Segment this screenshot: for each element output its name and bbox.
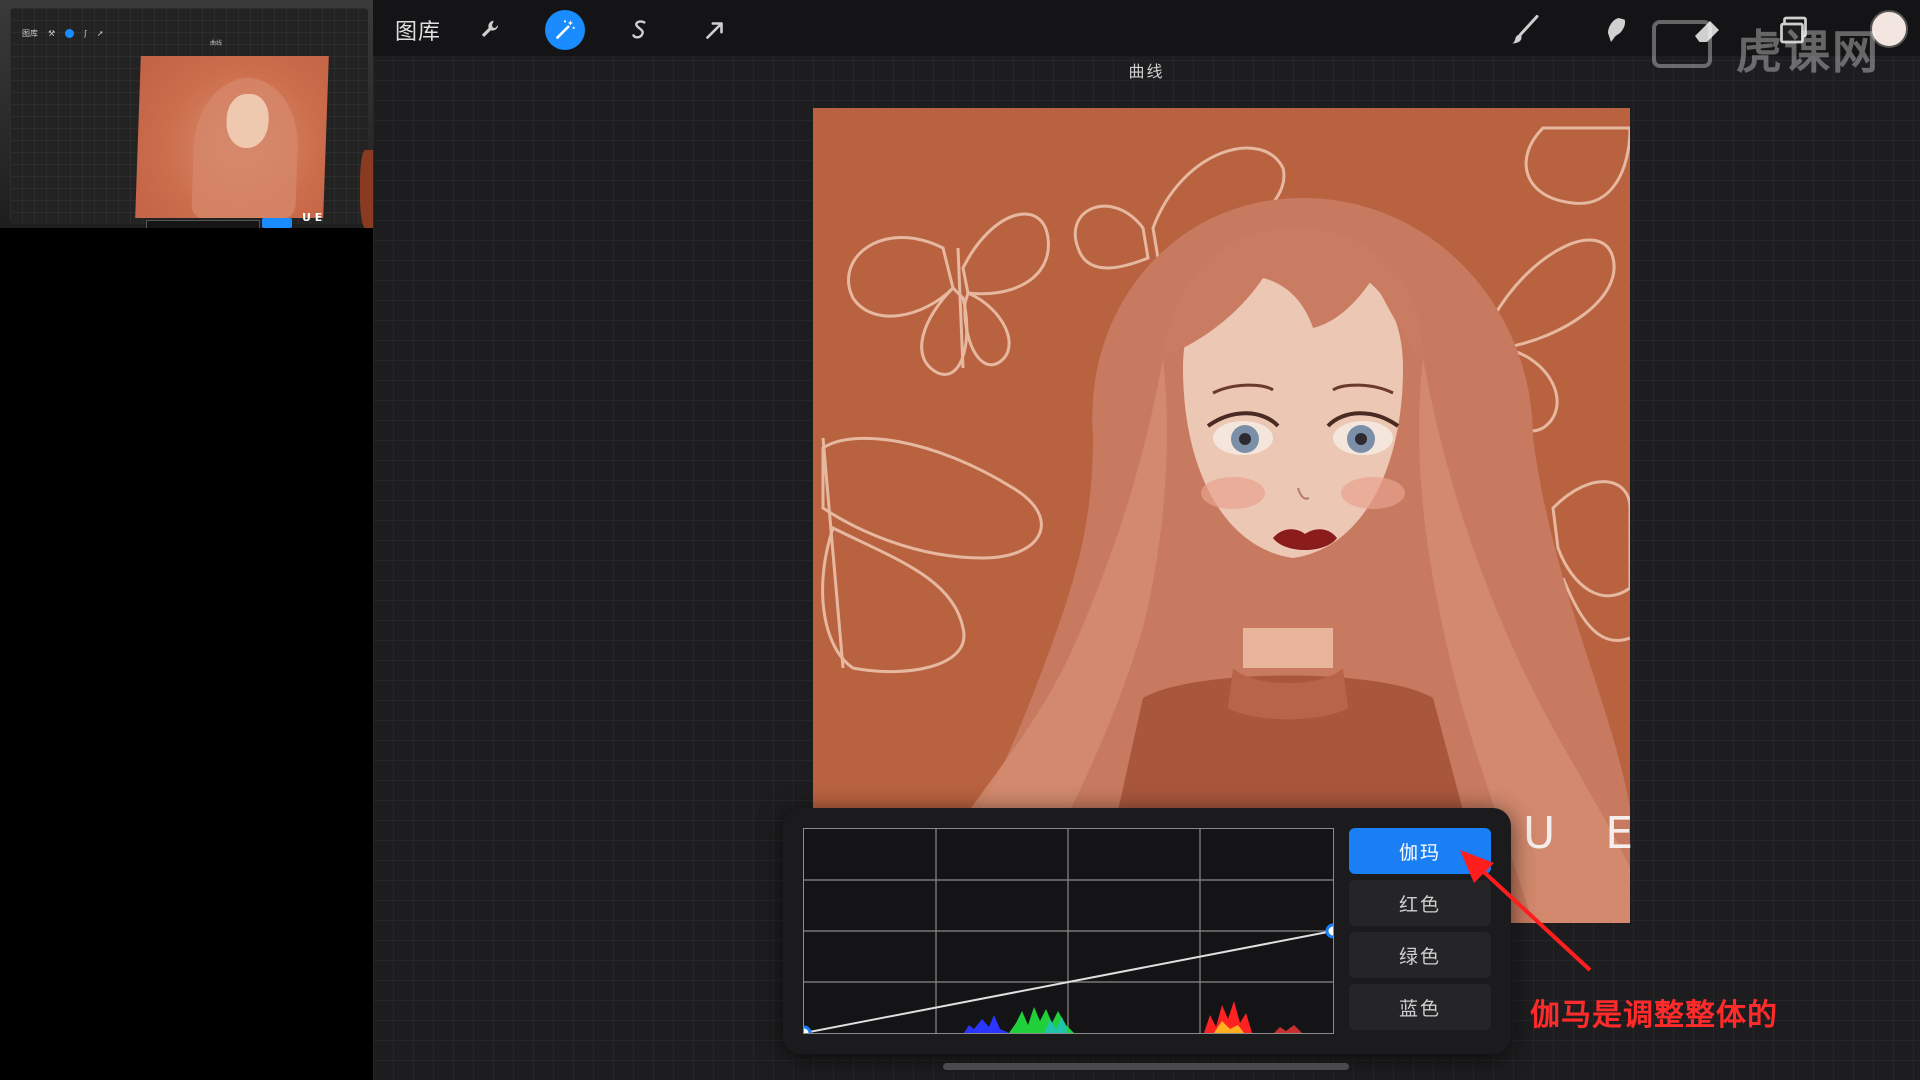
annotation-text: 伽马是调整整体的 [1530, 998, 1778, 1033]
curve-point-start [804, 1025, 812, 1033]
pip-gallery-label: 图库 [22, 29, 38, 38]
pip-ue-text: U E [302, 211, 323, 224]
curve-point-end [1325, 923, 1333, 939]
pip-curves-panel [146, 220, 260, 228]
curves-graph[interactable] [803, 828, 1334, 1034]
gallery-button[interactable]: 图库 [395, 14, 441, 46]
pip-select-icon: ʃ [84, 29, 87, 38]
top-toolbar: 图库 虎课网 [373, 0, 1920, 79]
artwork-canvas[interactable] [813, 108, 1630, 923]
artwork-illustration [813, 108, 1630, 923]
pip-mode-title: 曲线 [210, 40, 223, 47]
picture-in-picture-panel: 图库 ⚒ ʃ ➚ 曲线 U E [0, 0, 373, 228]
pip-wrench-icon: ⚒ [48, 29, 56, 38]
pip-gamma-button [262, 218, 292, 228]
neck [1243, 628, 1333, 668]
pip-artwork [135, 56, 329, 218]
pip-adjust-icon [65, 29, 75, 38]
curves-panel: 伽玛 红色 绿色 蓝色 [783, 808, 1511, 1054]
magic-wand-icon[interactable] [545, 10, 585, 50]
pip-toolbar: 图库 ⚒ ʃ ➚ [22, 28, 104, 39]
transform-arrow-icon[interactable] [695, 10, 735, 50]
smudge-icon[interactable] [1595, 8, 1639, 52]
curves-histogram [964, 1001, 1302, 1033]
procreate-app: 图库 虎课网 曲线 U E 伽玛 红色 绿色 蓝色 [373, 0, 1920, 1080]
pip-arrow-icon: ➚ [96, 29, 104, 38]
brush-icon[interactable] [1503, 8, 1547, 52]
curves-grid-lines [804, 829, 1333, 1033]
home-indicator [943, 1063, 1349, 1070]
curves-mode-title: 曲线 [1128, 62, 1165, 81]
curves-graph-svg [804, 829, 1333, 1033]
pip-screen: 图库 ⚒ ʃ ➚ 曲线 U E [10, 8, 368, 228]
pip-edge [360, 150, 373, 228]
blue-channel-button[interactable]: 蓝色 [1349, 984, 1491, 1030]
selection-s-icon[interactable] [620, 10, 660, 50]
wrench-icon[interactable] [471, 10, 511, 50]
annotation-arrow [1460, 850, 1592, 972]
